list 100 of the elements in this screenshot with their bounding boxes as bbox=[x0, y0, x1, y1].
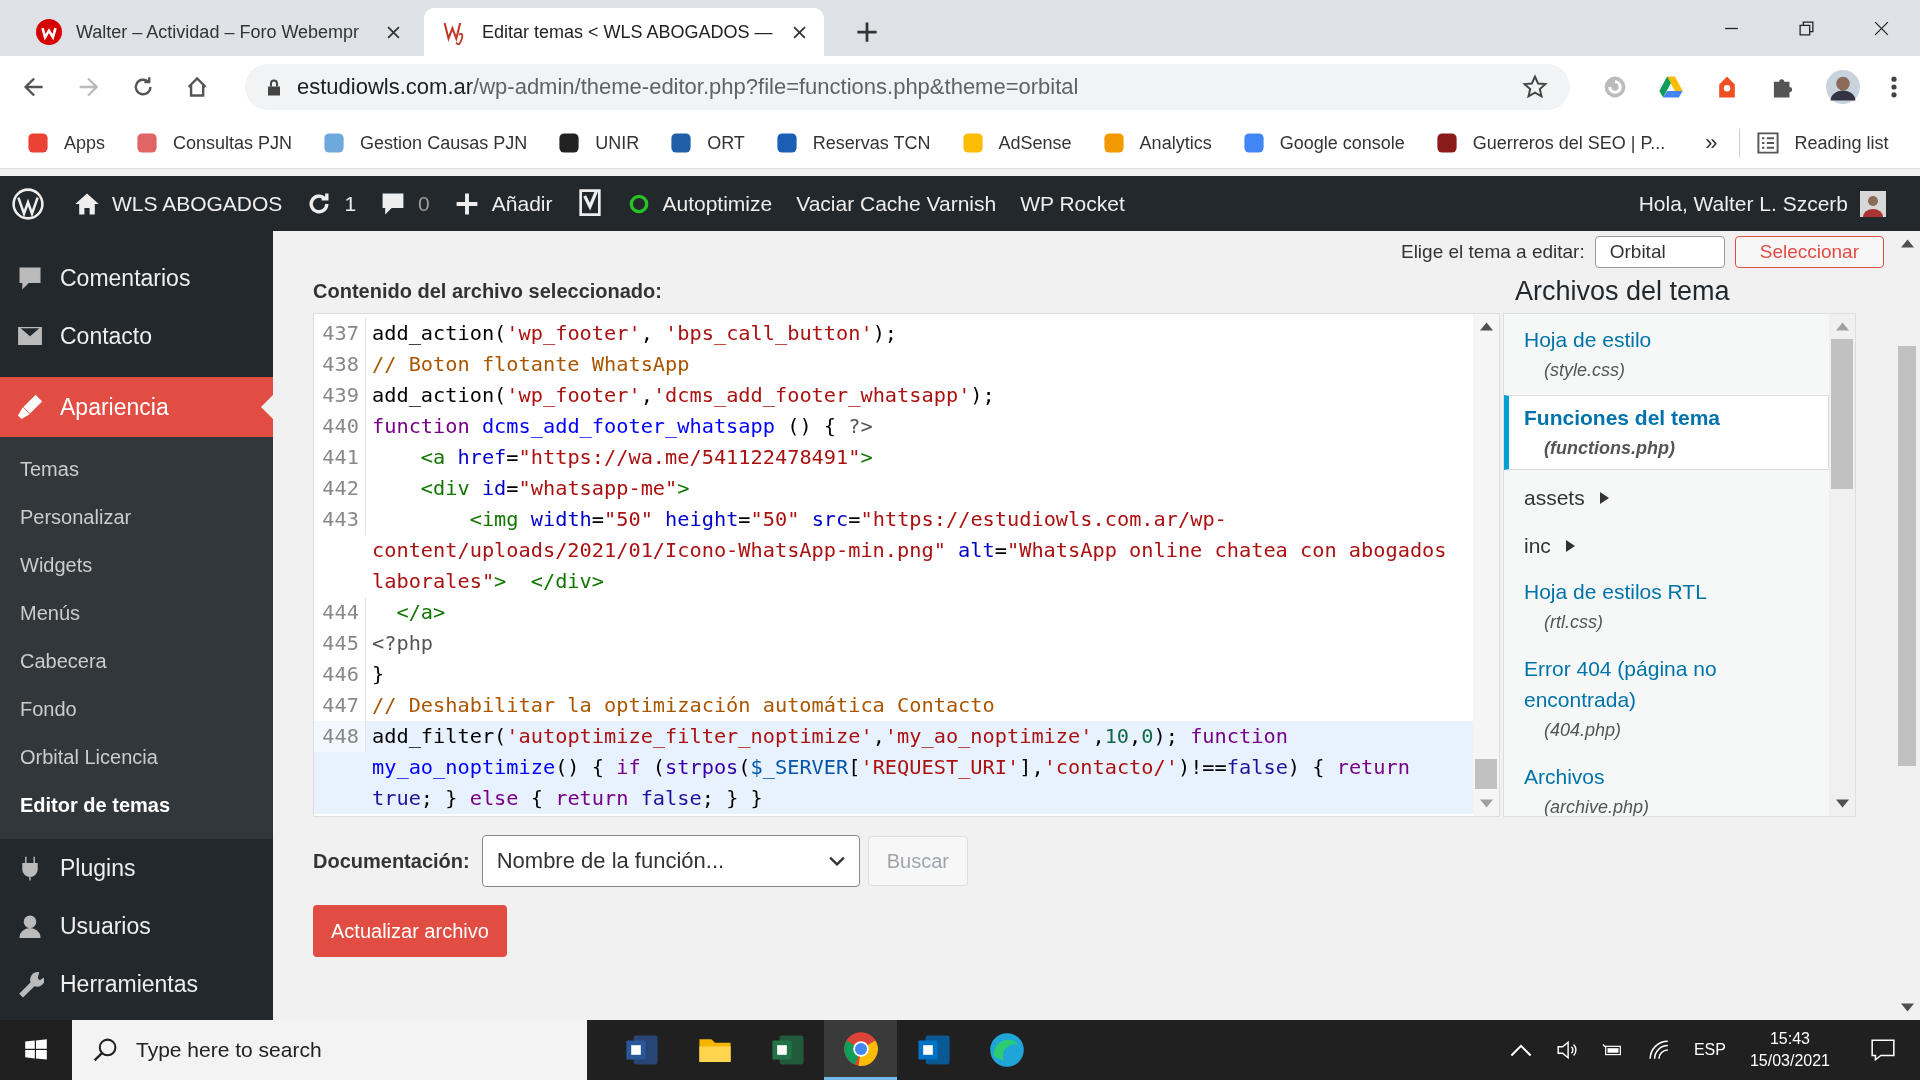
sidebar-item[interactable]: Plugins bbox=[0, 839, 273, 897]
account-menu[interactable]: Hola, Walter L. Szcerb bbox=[1638, 190, 1920, 217]
comments-menu[interactable]: 0 bbox=[380, 190, 430, 217]
submenu-item[interactable]: Orbital Licencia bbox=[0, 733, 273, 781]
bookmark-icon bbox=[322, 131, 347, 155]
code-line: <img width="50" height="50" src="https://estudiowls.com.ar/wp- bbox=[468, 506, 1228, 533]
more-icon[interactable] bbox=[1890, 74, 1898, 100]
site-menu[interactable]: WLS ABOGADOS bbox=[74, 190, 283, 217]
code-line: add_filter('autoptimize_filter_noptimize','my_ao_noptimize',10,0); function bbox=[372, 723, 1289, 750]
bookmark[interactable]: ORT bbox=[669, 131, 745, 155]
bookmark-icon bbox=[1434, 131, 1459, 155]
bookmark[interactable]: Gestion Causas PJN bbox=[322, 131, 528, 155]
sidebar-item[interactable]: Apariencia bbox=[0, 377, 273, 437]
address-field[interactable]: estudiowls.com.ar/wp-admin/theme-editor.php?file=functions.php&theme=orbital bbox=[245, 64, 1570, 110]
wifi-icon[interactable] bbox=[1647, 1039, 1670, 1061]
bookmark-icon bbox=[26, 131, 50, 155]
scroll-up-icon[interactable] bbox=[1479, 322, 1493, 331]
code-line: // Deshabilitar la optimización automática Contacto bbox=[372, 692, 995, 719]
bookmark[interactable]: Google console bbox=[1241, 131, 1405, 155]
code-line: <?php bbox=[372, 630, 434, 657]
caret-icon bbox=[1598, 492, 1609, 504]
bookmark[interactable]: Consultas PJN bbox=[135, 131, 293, 155]
bookmark[interactable]: AdSense bbox=[960, 131, 1072, 155]
reading-list-button[interactable]: Reading list bbox=[1756, 131, 1889, 155]
sidebar-item[interactable]: Contacto bbox=[0, 307, 273, 365]
favicon-icon bbox=[36, 19, 62, 45]
submenu-item[interactable]: Temas bbox=[0, 445, 273, 493]
toolbar-menu[interactable]: Autoptimize bbox=[628, 191, 773, 216]
code-line: my_ao_noptimize() { if (strpos($_SERVER['REQUEST_URI'],'contacto/')!==false) { return bbox=[372, 754, 1410, 781]
bookmark[interactable]: Apps bbox=[26, 131, 106, 155]
windows-start-icon[interactable] bbox=[24, 1038, 48, 1062]
clock[interactable]: 15:43 15/03/2021 bbox=[1749, 1030, 1830, 1070]
bookmark[interactable]: Analytics bbox=[1101, 131, 1212, 155]
more-bookmarks-button[interactable]: » bbox=[1705, 130, 1718, 156]
folder-item[interactable]: inc bbox=[1504, 522, 1829, 570]
toolbar-menu[interactable]: WP Rocket bbox=[1020, 191, 1125, 216]
avatar-icon bbox=[1860, 190, 1886, 217]
files-heading: Archivos del tema bbox=[1514, 275, 1731, 308]
update-file-button[interactable]: Actualizar archivo bbox=[313, 905, 507, 957]
scrollbar-thumb[interactable] bbox=[1475, 759, 1497, 789]
close-icon[interactable] bbox=[387, 25, 400, 39]
taskbar-search-field[interactable]: Type here to search bbox=[72, 1020, 587, 1080]
sidebar-item[interactable]: Usuarios bbox=[0, 897, 273, 955]
file-item[interactable]: Hoja de estilo (style.css) bbox=[1504, 318, 1829, 391]
sidebar-item[interactable]: Herramientas bbox=[0, 955, 273, 1013]
function-select[interactable]: Nombre de la función... bbox=[481, 835, 860, 887]
taskbar-app[interactable] bbox=[824, 1020, 897, 1080]
new-menu[interactable]: Añadir bbox=[453, 190, 553, 217]
theme-select[interactable]: Orbital bbox=[1594, 236, 1725, 268]
status-ring-icon bbox=[628, 192, 651, 215]
code-line: <a href="https://wa.me/541122478491"> bbox=[419, 444, 873, 471]
code-line: true; } else { return false; } } bbox=[372, 785, 764, 812]
submenu-item[interactable]: Editor de temas bbox=[0, 781, 273, 829]
star-icon[interactable] bbox=[1522, 74, 1548, 100]
file-item[interactable]: Hoja de estilos RTL (rtl.css) bbox=[1504, 570, 1829, 643]
folder-item[interactable]: assets bbox=[1504, 474, 1829, 522]
file-item[interactable]: Funciones del tema (functions.php) bbox=[1504, 395, 1829, 470]
scrollbar[interactable] bbox=[1829, 314, 1855, 816]
language-indicator[interactable]: ESP bbox=[1693, 1041, 1726, 1059]
chevron-down-icon bbox=[828, 856, 845, 866]
notification-icon[interactable] bbox=[1870, 1037, 1896, 1063]
file-item[interactable]: Archivos (archive.php) bbox=[1504, 755, 1829, 816]
select-button[interactable]: Seleccionar bbox=[1734, 236, 1884, 268]
menu-icon bbox=[16, 970, 44, 998]
code-line: add_action('wp_footer','dcms_add_footer_whatsapp'); bbox=[372, 382, 995, 409]
list-icon bbox=[1756, 131, 1781, 155]
close-icon[interactable] bbox=[793, 25, 806, 39]
scroll-down-icon[interactable] bbox=[1900, 1003, 1914, 1012]
scrollbar[interactable] bbox=[1473, 314, 1499, 816]
submenu-item[interactable]: Widgets bbox=[0, 541, 273, 589]
file-item[interactable]: Error 404 (página no encontrada) (404.php) bbox=[1504, 647, 1829, 751]
bookmark-icon bbox=[669, 131, 694, 155]
close-icon[interactable] bbox=[1873, 19, 1890, 37]
scroll-up-icon[interactable] bbox=[1900, 239, 1914, 248]
submenu-item[interactable]: Personalizar bbox=[0, 493, 273, 541]
updates-menu[interactable]: 1 bbox=[306, 190, 357, 217]
new-tab-icon[interactable] bbox=[856, 21, 878, 43]
avatar-icon[interactable] bbox=[1826, 70, 1860, 104]
scrollbar-thumb[interactable] bbox=[1898, 346, 1916, 766]
wordpress-logo-icon[interactable] bbox=[12, 187, 44, 220]
documentation-label: Documentación: bbox=[313, 849, 470, 873]
submenu-item[interactable]: Fondo bbox=[0, 685, 273, 733]
browser-tab[interactable]: Walter – Actividad – Foro Webempr bbox=[18, 8, 418, 56]
toolbar-menu[interactable]: Vaciar Cache Varnish bbox=[796, 191, 997, 216]
scroll-down-icon[interactable] bbox=[1835, 799, 1849, 808]
bookmark[interactable]: Reservas TCN bbox=[774, 131, 931, 155]
bookmark[interactable]: Guerreros del SEO | P... bbox=[1434, 131, 1666, 155]
scrollbar-thumb[interactable] bbox=[1831, 339, 1853, 489]
bookmark-icon bbox=[135, 131, 160, 155]
bookmark[interactable]: UNIR bbox=[557, 131, 640, 155]
speaker-icon[interactable] bbox=[1555, 1039, 1578, 1061]
submenu-item[interactable]: Cabecera bbox=[0, 637, 273, 685]
drive-icon[interactable] bbox=[1658, 74, 1684, 100]
code-line: <div id="whatsapp-me"> bbox=[419, 475, 690, 502]
submenu-item[interactable]: Menús bbox=[0, 589, 273, 637]
browser-tab[interactable]: Editar temas < WLS ABOGADOS — bbox=[424, 8, 824, 56]
sidebar-item[interactable]: Comentarios bbox=[0, 249, 273, 307]
code-line: function dcms_add_footer_whatsapp () { ?> bbox=[372, 413, 873, 440]
code-editor[interactable] bbox=[313, 313, 1500, 817]
restore-icon[interactable] bbox=[1798, 19, 1815, 37]
